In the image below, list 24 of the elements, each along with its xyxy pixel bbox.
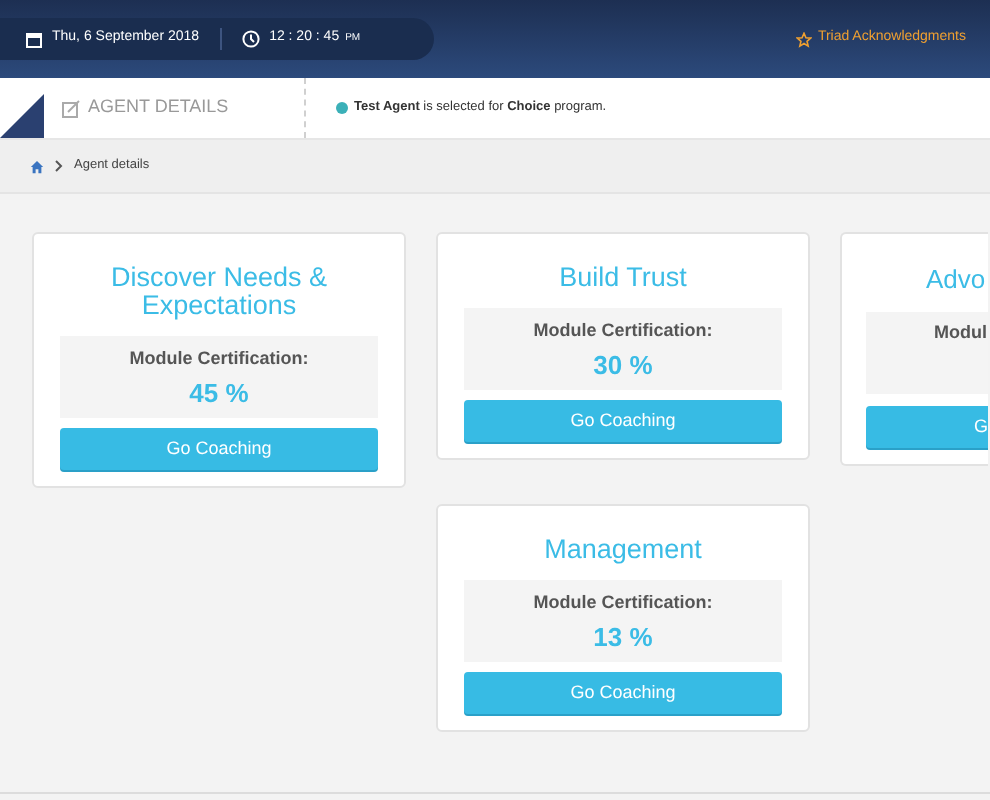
page-title: AGENT DETAILS [88, 94, 229, 121]
module-title: Discover Needs & Expectations [108, 264, 330, 320]
go-coaching-button[interactable]: Go Coaching [60, 428, 378, 470]
certification-label: Modul [934, 320, 988, 346]
chevron-icon [54, 160, 64, 172]
home-icon[interactable] [30, 159, 44, 173]
module-title: Management [542, 536, 704, 564]
certification-label: Module Certification: [129, 346, 309, 373]
module-title: Advo [924, 262, 988, 296]
info-icon [336, 102, 348, 114]
corner-fold-icon [0, 94, 44, 138]
go-coaching-button[interactable]: Go Coaching [464, 400, 782, 442]
certification-label: Module Certification: [533, 318, 713, 345]
calendar-icon [26, 31, 42, 47]
edit-icon [62, 99, 80, 117]
module-title: Build Trust [557, 264, 689, 292]
certification-value: 45 % [189, 379, 249, 408]
clock-icon [241, 30, 260, 48]
certification-label: Module Certification: [533, 590, 713, 617]
certification-value: 13 % [593, 623, 653, 652]
star-icon [795, 31, 812, 47]
go-coaching-button[interactable]: Go Coaching [464, 672, 782, 714]
certification-value: 30 % [593, 351, 653, 380]
go-coaching-button[interactable]: G [866, 406, 988, 448]
